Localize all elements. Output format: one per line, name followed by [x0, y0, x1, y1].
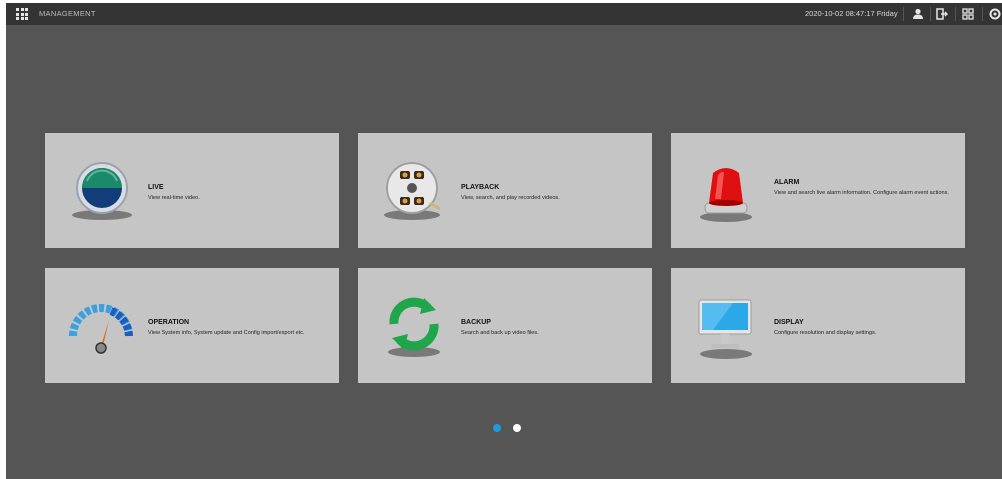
app-title: MANAGEMENT — [39, 9, 96, 18]
card-title: LIVE — [148, 184, 164, 191]
management-screen: MANAGEMENT 2020-10-02 08:47:17 Friday LI… — [6, 3, 1002, 479]
alarm-siren-icon — [700, 168, 752, 222]
divider — [955, 7, 956, 21]
card-title: DISPLAY — [774, 319, 804, 326]
datetime-display: 2020-10-02 08:47:17 Friday — [805, 9, 898, 18]
settings-icon[interactable] — [988, 7, 1002, 21]
film-reel-icon — [384, 162, 441, 220]
card-description: View System info, System update and Conf… — [148, 330, 305, 336]
backup-sync-icon — [388, 297, 440, 357]
user-icon[interactable] — [911, 7, 925, 21]
gauge-icon — [69, 304, 133, 354]
card-title: BACKUP — [461, 319, 491, 326]
card-title: OPERATION — [148, 319, 190, 326]
layout-icon[interactable] — [961, 7, 975, 21]
page-dot[interactable] — [513, 424, 521, 432]
card-alarm[interactable]: ALARM View and search live alarm informa… — [671, 133, 965, 248]
card-display[interactable]: DISPLAY Configure resolution and display… — [671, 268, 965, 383]
divider — [982, 7, 983, 21]
live-camera-icon — [72, 162, 132, 220]
card-title: ALARM — [774, 179, 800, 186]
card-description: View real-time video. — [148, 195, 200, 201]
monitor-icon — [698, 299, 752, 359]
divider — [903, 7, 904, 21]
card-live[interactable]: LIVE View real-time video. — [45, 133, 339, 248]
card-playback[interactable]: PLAYBACK View, search, and play recorded… — [358, 133, 652, 248]
card-backup[interactable]: BACKUP Search and back up video files. — [358, 268, 652, 383]
card-description: Search and back up video files. — [461, 330, 539, 336]
card-title: PLAYBACK — [461, 184, 500, 191]
grid-menu-icon[interactable] — [16, 8, 28, 20]
page-dot-active[interactable] — [493, 424, 501, 432]
divider — [930, 7, 931, 21]
top-bar: MANAGEMENT 2020-10-02 08:47:17 Friday — [6, 3, 1002, 25]
card-description: View, search, and play recorded videos. — [461, 195, 560, 201]
card-description: View and search live alarm information. … — [774, 190, 949, 196]
card-operation[interactable]: OPERATION View System info, System updat… — [45, 268, 339, 383]
logout-icon[interactable] — [935, 7, 949, 21]
card-description: Configure resolution and display setting… — [774, 330, 877, 336]
